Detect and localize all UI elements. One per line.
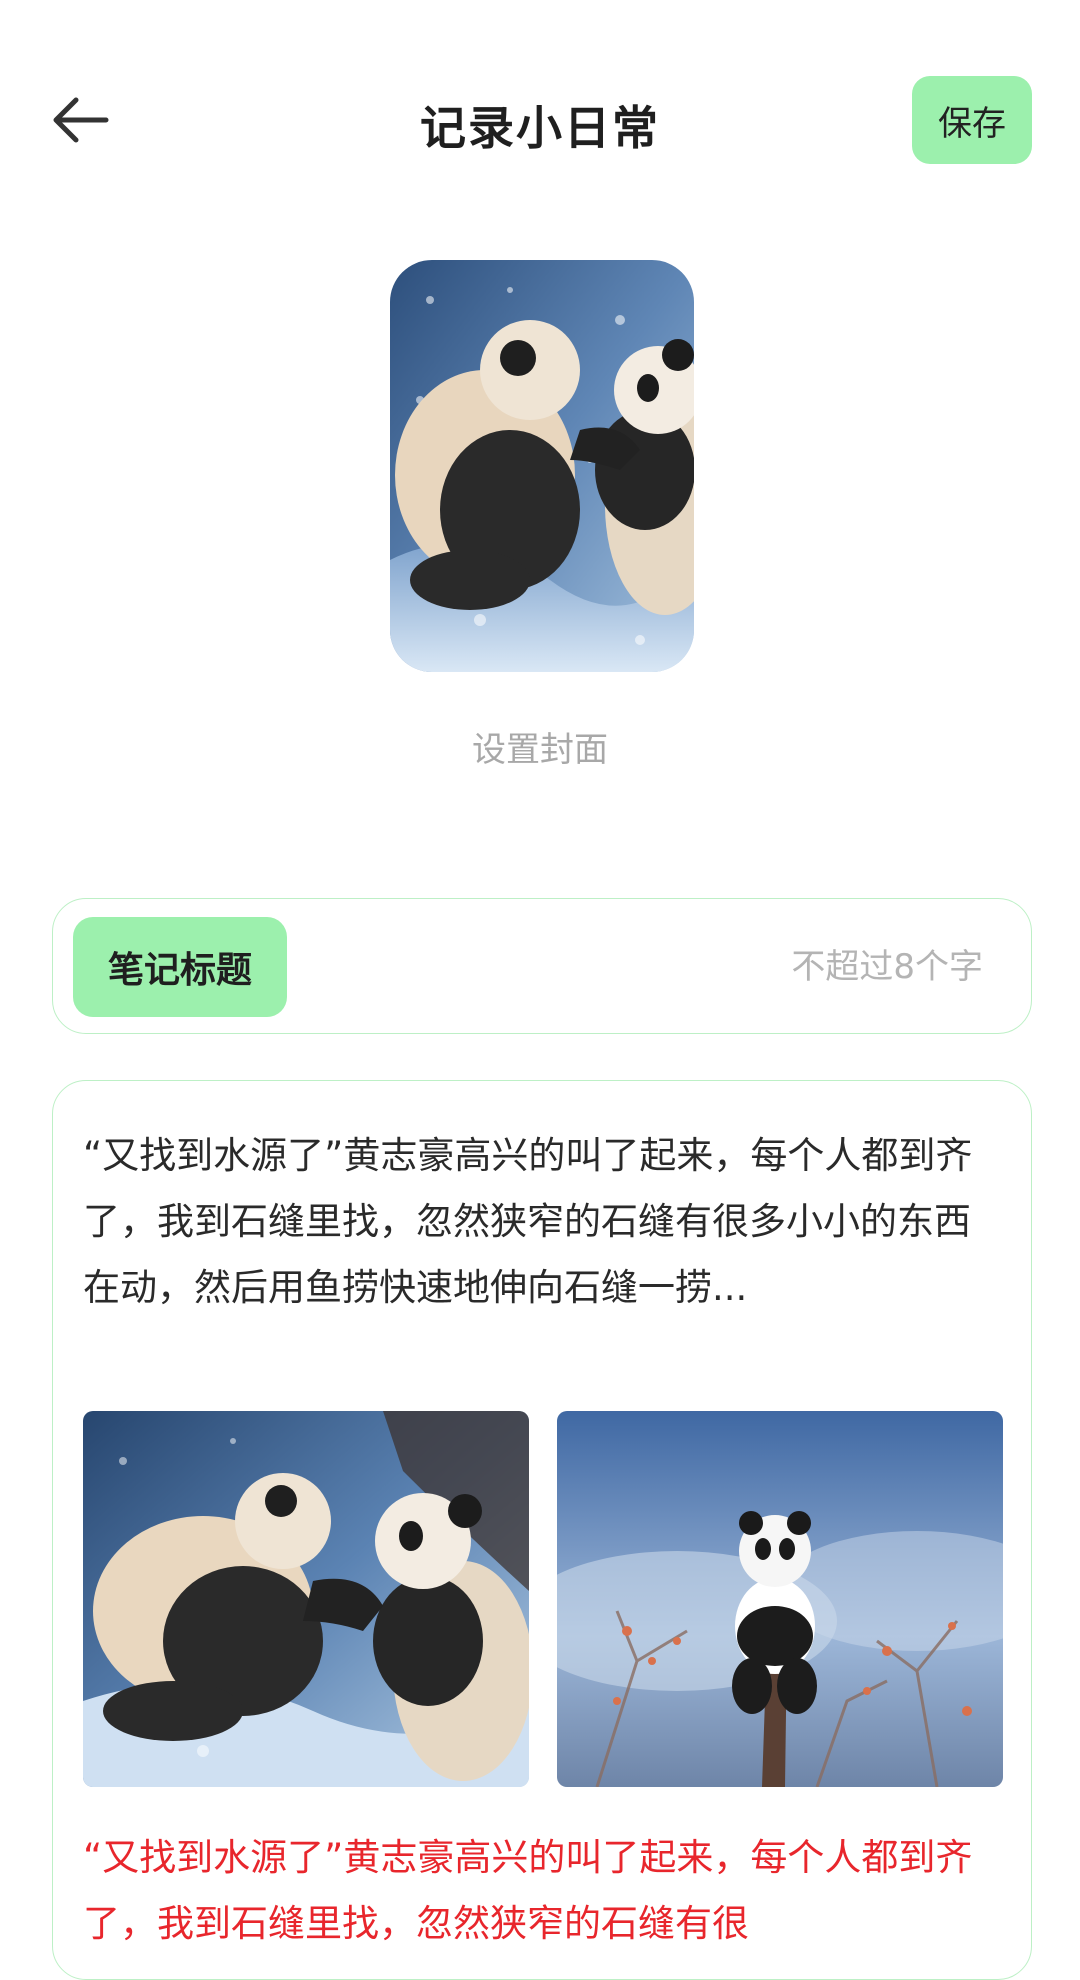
note-content-card: “又找到水源了”黄志豪高兴的叫了起来，每个人都到齐了，我到石缝里找，忽然狭窄的石…	[52, 1080, 1032, 1980]
note-photo-1[interactable]	[83, 1411, 529, 1787]
note-body-text[interactable]: “又找到水源了”黄志豪高兴的叫了起来，每个人都到齐了，我到石缝里找，忽然狭窄的石…	[83, 1123, 1003, 1321]
note-title-tag: 笔记标题	[73, 917, 287, 1017]
note-title-input[interactable]	[313, 917, 993, 1017]
note-photo-2[interactable]	[557, 1411, 1003, 1787]
panda-cubs-photo	[83, 1411, 529, 1787]
note-body-text-red[interactable]: “又找到水源了”黄志豪高兴的叫了起来，每个人都到齐了，我到石缝里找，忽然狭窄的石…	[83, 1825, 1003, 1957]
panda-cubs-image	[390, 260, 694, 672]
top-bar: 记录小日常 保存	[0, 0, 1080, 240]
panda-on-tree-photo	[557, 1411, 1003, 1787]
note-title-row: 笔记标题	[52, 898, 1032, 1034]
save-button[interactable]: 保存	[912, 76, 1032, 164]
cover-image[interactable]	[390, 260, 694, 672]
set-cover-label[interactable]: 设置封面	[0, 722, 1080, 771]
